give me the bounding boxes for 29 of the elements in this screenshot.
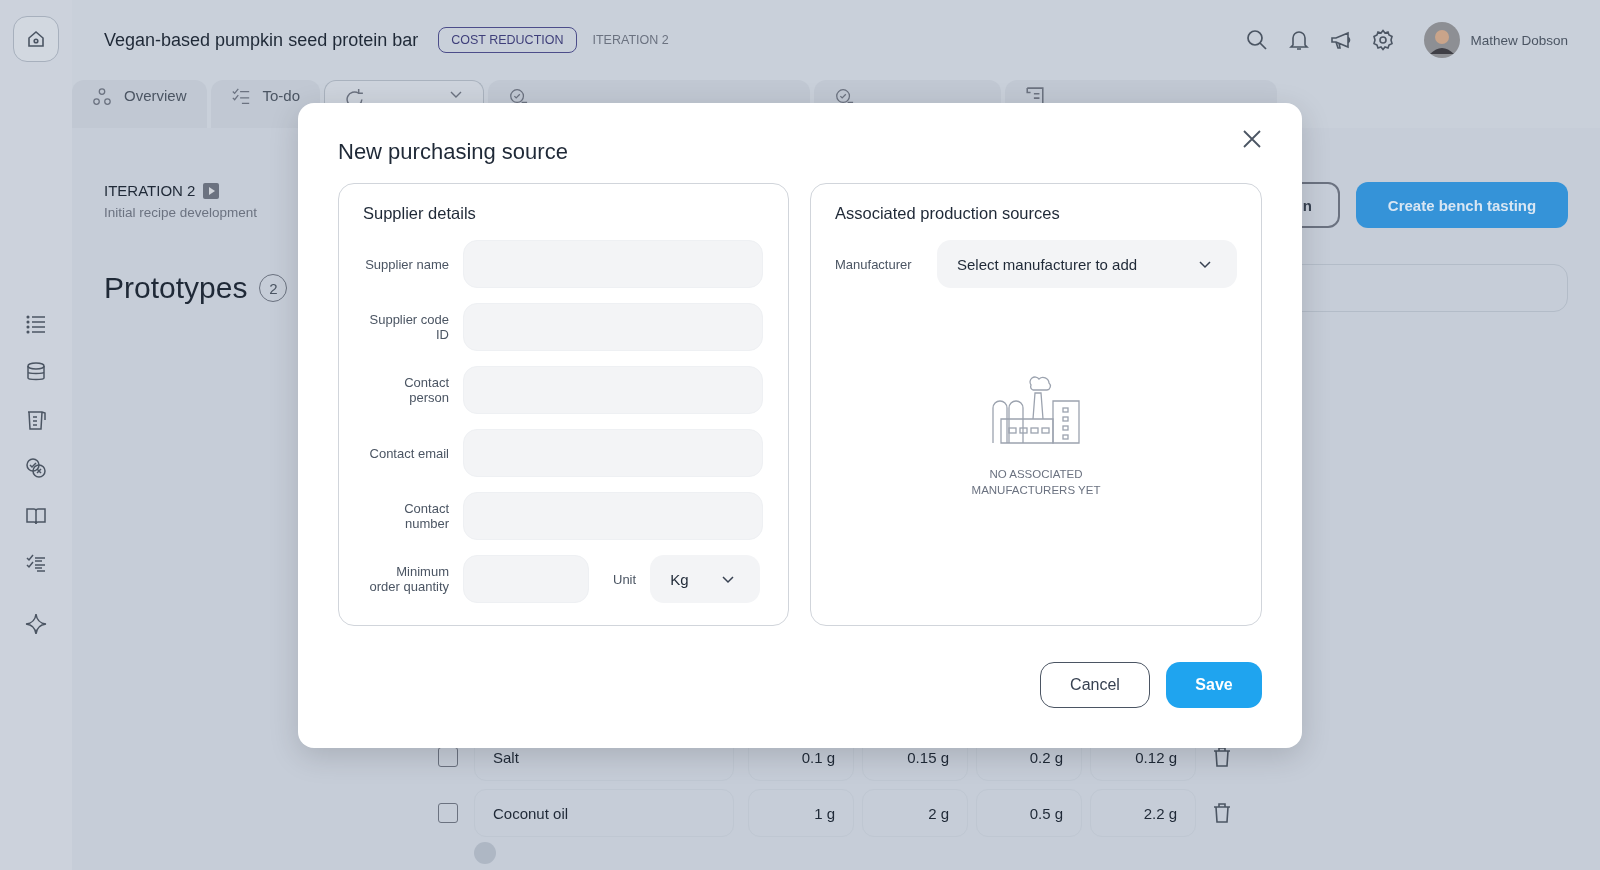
- field-label: Contact email: [368, 445, 449, 461]
- field-label: Minimum order quantity: [368, 564, 449, 594]
- section-title: Prototypes: [104, 271, 248, 305]
- cancel-button[interactable]: Cancel: [1040, 662, 1150, 708]
- amount-cell[interactable]: 0.5 g: [976, 789, 1082, 837]
- unit-dropdown[interactable]: Kg: [650, 555, 761, 603]
- project-title: Vegan-based pumpkin seed protein bar: [104, 29, 419, 51]
- field-label: Contact number: [403, 501, 449, 531]
- project-tag: COST REDUCTION: [438, 27, 577, 53]
- panel-title: Associated production sources: [835, 204, 1061, 223]
- empty-state-text: NO ASSOCIATED MANUFACTURERS YET: [970, 467, 1102, 498]
- ingredient-name-cell[interactable]: Coconut oil: [474, 789, 734, 837]
- iteration-subtitle: Initial recipe development: [104, 205, 258, 220]
- panel-title: Supplier details: [363, 204, 477, 223]
- user-name[interactable]: Mathew Dobson: [1470, 32, 1568, 48]
- field-label: Supplier name: [364, 256, 449, 272]
- amount-cell[interactable]: 2.2 g: [1090, 789, 1196, 837]
- dialog-title: New purchasing source: [338, 139, 568, 165]
- field-label: Unit: [613, 571, 637, 587]
- amount-cell[interactable]: 2 g: [862, 789, 968, 837]
- tab[interactable]: Overview: [72, 80, 207, 128]
- field-label: Contact person: [403, 375, 449, 405]
- tab[interactable]: To-do: [210, 80, 321, 128]
- iteration-label: ITERATION 2: [592, 33, 669, 47]
- field-label: Manufacturer: [835, 256, 913, 272]
- iteration-heading: ITERATION 2: [104, 182, 196, 199]
- amount-cell[interactable]: 1 g: [748, 789, 854, 837]
- field-label: Supplier code ID: [368, 312, 449, 342]
- manufacturer-dropdown[interactable]: Select manufacturer to add: [937, 240, 1237, 288]
